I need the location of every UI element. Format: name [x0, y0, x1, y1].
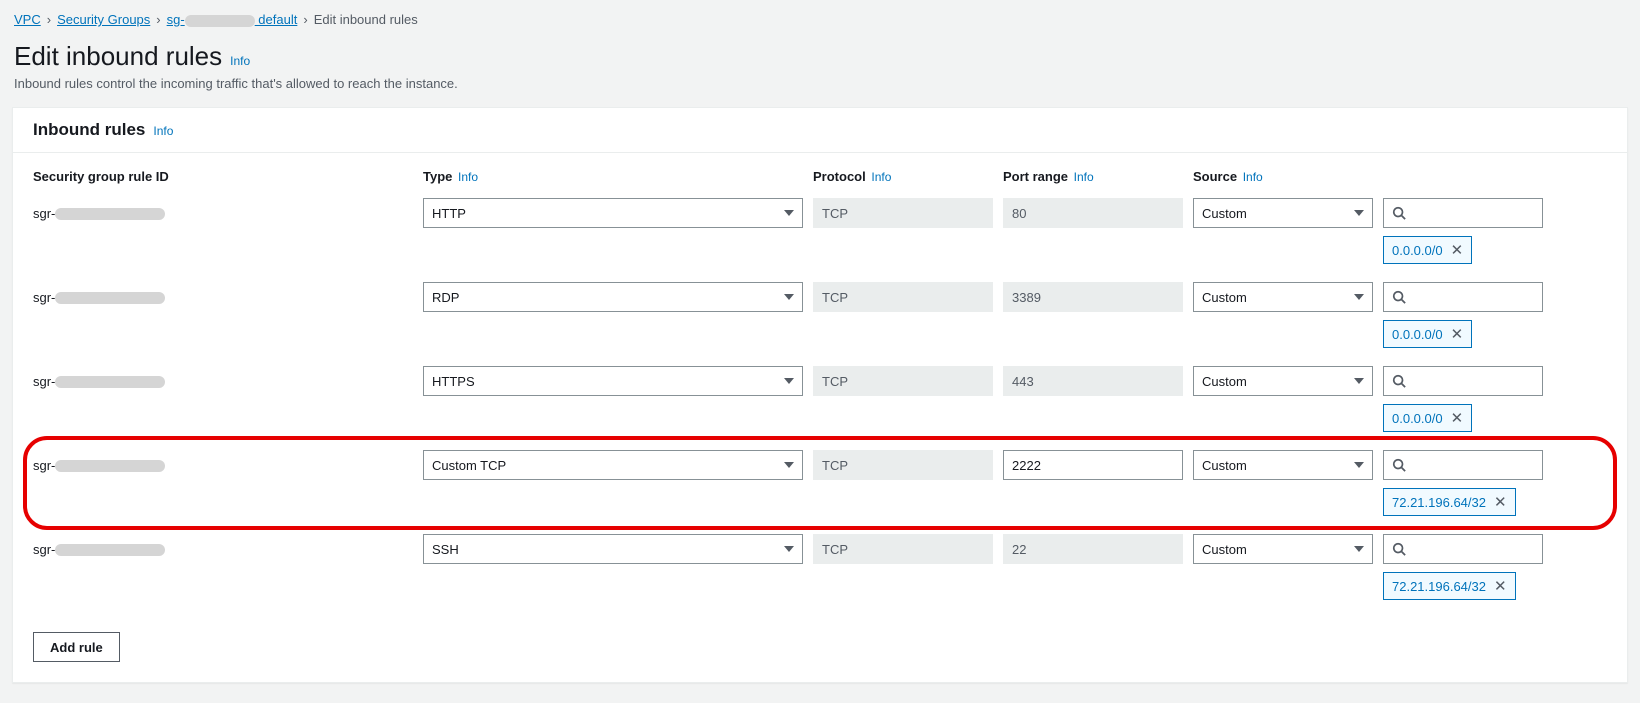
panel-title: Inbound rules [33, 120, 145, 140]
source-type-select[interactable]: Custom [1193, 366, 1373, 396]
rule-row: sgr- HTTP TCP 80 Custom 0.0.0.0/0✕ [33, 194, 1607, 264]
column-header-type: Type Info [423, 157, 803, 190]
search-icon [1392, 542, 1406, 556]
chevron-right-icon: › [156, 12, 160, 27]
port-range-field: 22 [1003, 534, 1183, 564]
column-header-source: Source Info [1193, 157, 1373, 190]
breadcrumb-vpc[interactable]: VPC [14, 12, 41, 27]
port-range-field[interactable]: 2222 [1003, 450, 1183, 480]
chevron-down-icon [1354, 210, 1364, 216]
chevron-down-icon [784, 294, 794, 300]
type-info-link[interactable]: Info [458, 170, 478, 184]
rule-row: sgr- RDP TCP 3389 Custom 0.0.0.0/0✕ [33, 278, 1607, 348]
source-cidr-tag[interactable]: 72.21.196.64/32✕ [1383, 488, 1516, 516]
chevron-down-icon [784, 210, 794, 216]
breadcrumb-current: Edit inbound rules [314, 12, 418, 27]
remove-tag-icon[interactable]: ✕ [1449, 327, 1466, 342]
source-cidr-tag[interactable]: 0.0.0.0/0✕ [1383, 404, 1472, 432]
rule-id: sgr- [33, 282, 413, 305]
type-select[interactable]: SSH [423, 534, 803, 564]
page-title: Edit inbound rules [14, 41, 222, 72]
type-select[interactable]: Custom TCP [423, 450, 803, 480]
remove-tag-icon[interactable]: ✕ [1449, 411, 1466, 426]
rule-id: sgr- [33, 366, 413, 389]
port-range-field: 80 [1003, 198, 1183, 228]
redacted-text [55, 460, 165, 472]
chevron-down-icon [1354, 378, 1364, 384]
rule-row: sgr- Custom TCP TCP 2222 Custom 72.21.196.64/… [33, 446, 1607, 516]
remove-tag-icon[interactable]: ✕ [1492, 579, 1509, 594]
source-type-select[interactable]: Custom [1193, 198, 1373, 228]
breadcrumb-security-groups[interactable]: Security Groups [57, 12, 150, 27]
column-header-protocol: Protocol Info [813, 157, 993, 190]
search-icon [1392, 290, 1406, 304]
source-search-input[interactable] [1383, 366, 1543, 396]
remove-tag-icon[interactable]: ✕ [1449, 243, 1466, 258]
chevron-down-icon [784, 546, 794, 552]
protocol-field: TCP [813, 282, 993, 312]
source-cidr-tag[interactable]: 0.0.0.0/0✕ [1383, 236, 1472, 264]
type-select[interactable]: HTTP [423, 198, 803, 228]
source-type-select[interactable]: Custom [1193, 534, 1373, 564]
chevron-down-icon [784, 378, 794, 384]
search-icon [1392, 206, 1406, 220]
chevron-down-icon [784, 462, 794, 468]
source-type-select[interactable]: Custom [1193, 282, 1373, 312]
chevron-right-icon: › [303, 12, 307, 27]
breadcrumb-security-group[interactable]: sg- default [167, 12, 298, 27]
column-header-port: Port range Info [1003, 157, 1183, 190]
source-cidr-tag[interactable]: 0.0.0.0/0✕ [1383, 320, 1472, 348]
source-info-link[interactable]: Info [1243, 170, 1263, 184]
column-header-source-value [1383, 157, 1543, 175]
source-type-select[interactable]: Custom [1193, 450, 1373, 480]
protocol-field: TCP [813, 198, 993, 228]
chevron-right-icon: › [47, 12, 51, 27]
breadcrumb: VPC › Security Groups › sg- default › Ed… [14, 12, 1628, 27]
port-range-field: 443 [1003, 366, 1183, 396]
chevron-down-icon [1354, 546, 1364, 552]
protocol-info-link[interactable]: Info [871, 170, 891, 184]
page-description: Inbound rules control the incoming traff… [14, 76, 1628, 91]
chevron-down-icon [1354, 294, 1364, 300]
search-icon [1392, 458, 1406, 472]
rule-id: sgr- [33, 450, 413, 473]
source-search-input[interactable] [1383, 534, 1543, 564]
type-select[interactable]: HTTPS [423, 366, 803, 396]
type-select[interactable]: RDP [423, 282, 803, 312]
inbound-rules-panel: Inbound rules Info Security group rule I… [12, 107, 1628, 683]
chevron-down-icon [1354, 462, 1364, 468]
add-rule-button[interactable]: Add rule [33, 632, 120, 662]
rule-id: sgr- [33, 534, 413, 557]
remove-tag-icon[interactable]: ✕ [1492, 495, 1509, 510]
panel-info-link[interactable]: Info [153, 124, 173, 138]
source-search-input[interactable] [1383, 450, 1543, 480]
redacted-text [55, 376, 165, 388]
page-title-info-link[interactable]: Info [230, 54, 250, 68]
protocol-field: TCP [813, 450, 993, 480]
source-cidr-tag[interactable]: 72.21.196.64/32✕ [1383, 572, 1516, 600]
rule-row: sgr- SSH TCP 22 Custom 72.21.196.64/32✕ [33, 530, 1607, 600]
rule-row: sgr- HTTPS TCP 443 Custom 0.0.0.0/0✕ [33, 362, 1607, 432]
breadcrumb-sg-suffix: default [255, 12, 298, 27]
column-header-rule-id: Security group rule ID [33, 157, 413, 190]
redacted-text [55, 544, 165, 556]
breadcrumb-sg-prefix: sg- [167, 12, 185, 27]
source-search-input[interactable] [1383, 282, 1543, 312]
source-search-input[interactable] [1383, 198, 1543, 228]
redacted-text [55, 292, 165, 304]
redacted-text [185, 15, 255, 27]
redacted-text [55, 208, 165, 220]
port-info-link[interactable]: Info [1074, 170, 1094, 184]
search-icon [1392, 374, 1406, 388]
protocol-field: TCP [813, 534, 993, 564]
rule-id: sgr- [33, 198, 413, 221]
protocol-field: TCP [813, 366, 993, 396]
port-range-field: 3389 [1003, 282, 1183, 312]
